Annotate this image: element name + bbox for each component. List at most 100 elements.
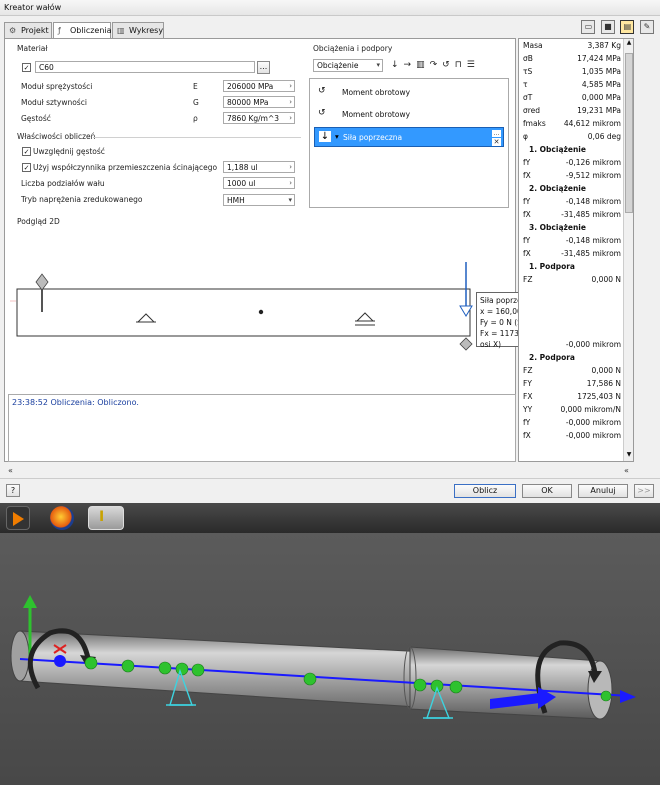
shear-coefficient-field[interactable]: 1,188 ul › xyxy=(223,161,295,173)
results-panel-icon[interactable]: ▤ xyxy=(620,20,635,34)
result-value: -0,000 mikrom xyxy=(565,431,621,440)
result-name: FZ xyxy=(523,275,533,284)
result-name: φ xyxy=(523,132,528,141)
result-name: σred xyxy=(523,106,541,115)
load-item-label: Moment obrotowy xyxy=(342,110,411,119)
results-row: fX -9,512 mikrom xyxy=(519,169,621,182)
shear-modulus-field[interactable]: 80000 MPa › xyxy=(223,96,295,108)
results-row xyxy=(519,299,621,312)
delete-icon[interactable]: ✕ xyxy=(492,138,501,146)
use-shear-label: Użyj współczynnika przemieszczenia ścina… xyxy=(33,163,218,172)
y-axis-arrow-head xyxy=(23,595,37,608)
material-name-field[interactable]: C60 xyxy=(35,61,255,73)
result-value: 19,231 MPa xyxy=(577,106,621,115)
tab-projekt[interactable]: ⚙ Projekt xyxy=(4,22,52,38)
list-icon[interactable]: ☰ xyxy=(467,60,480,70)
firefox-icon[interactable] xyxy=(50,506,74,530)
results-section-header: 1. Podpora xyxy=(519,260,621,273)
chevron-down-icon: ▾ xyxy=(335,132,339,141)
result-name: fX xyxy=(523,249,531,258)
scroll-thumb[interactable] xyxy=(625,53,633,213)
material-browse-button[interactable]: ... xyxy=(257,61,270,74)
result-value: -0,000 mikrom xyxy=(565,418,621,427)
results-row: fX -0,000 mikrom xyxy=(519,429,621,442)
density-field[interactable]: 7860 Kg/m^3 › xyxy=(223,112,295,124)
elasticity-field[interactable]: 206000 MPa › xyxy=(223,80,295,92)
more-icon[interactable]: … xyxy=(492,130,501,137)
shaft-left-end xyxy=(10,630,30,682)
load-item-torque-1[interactable]: ↺ Moment obrotowy xyxy=(314,83,504,101)
result-value: -0,148 mikrom xyxy=(565,236,621,245)
axis-arrow-head xyxy=(620,690,636,703)
results-scrollbar[interactable]: ▲ ▼ xyxy=(623,39,633,461)
tab-wykresy[interactable]: ▥ Wykresy xyxy=(112,22,164,38)
stress-mode-value: HMH xyxy=(227,196,245,205)
tab-obliczenia[interactable]: ƒ Obliczenia xyxy=(53,22,112,39)
console-message: 23:38:52 Obliczenia: Obliczono. xyxy=(12,398,139,407)
result-value: 0,000 MPa xyxy=(581,93,621,102)
torque-marker-left-head xyxy=(35,273,49,291)
ok-button[interactable]: OK xyxy=(522,484,572,498)
load-item-radial-force[interactable]: ↓ ▾ Siła poprzeczna … ✕ xyxy=(314,127,504,147)
open-folder-icon[interactable]: ▭ xyxy=(581,20,596,34)
results-row: FX 1725,403 N xyxy=(519,390,621,403)
collapse-icon[interactable]: « xyxy=(8,466,13,475)
results-section-header: 1. Obciążenie xyxy=(519,143,621,156)
formula-icon: ƒ xyxy=(58,26,61,35)
results-row: fY -0,000 mikrom xyxy=(519,416,621,429)
3d-viewport[interactable] xyxy=(0,533,660,785)
shear-modulus-value: 80000 MPa xyxy=(227,98,269,107)
result-name: 3. Obciążenie xyxy=(529,223,586,232)
results-row xyxy=(519,312,621,325)
result-value: 17,586 N xyxy=(586,379,621,388)
result-name: fY xyxy=(523,197,531,206)
result-name: fmaks xyxy=(523,119,546,128)
save-icon[interactable]: ■ xyxy=(600,20,615,34)
result-name: fX xyxy=(523,431,531,440)
media-player-icon[interactable] xyxy=(6,506,30,530)
arrow-right-icon[interactable]: → xyxy=(404,60,417,70)
results-row: fY -0,148 mikrom xyxy=(519,234,621,247)
scroll-up-icon[interactable]: ▲ xyxy=(625,39,633,49)
torque-icon: ↺ xyxy=(318,108,326,118)
help-button[interactable]: ? xyxy=(6,484,20,497)
result-value: -31,485 mikrom xyxy=(561,249,621,258)
elasticity-value: 206000 MPa xyxy=(227,82,274,91)
distributed-load-icon[interactable]: ▥ xyxy=(416,60,430,70)
load-tools: ↓→▥↷↺⊓☰ xyxy=(391,60,480,70)
result-name: 2. Obciążenie xyxy=(529,184,586,193)
shaft-2d-preview[interactable] xyxy=(10,226,515,391)
results-row: τS 1,035 MPa xyxy=(519,65,621,78)
divisions-value: 1000 ul xyxy=(227,179,256,188)
arrow-down-icon[interactable]: ↓ xyxy=(391,60,404,70)
load-item-label: Siła poprzeczna xyxy=(343,133,403,142)
use-shear-checkbox[interactable]: ✓ xyxy=(22,163,31,172)
material-checkbox[interactable]: ✓ xyxy=(22,63,31,72)
cancel-button[interactable]: Anuluj xyxy=(578,484,628,498)
results-row: fX -31,485 mikrom xyxy=(519,208,621,221)
results-panel: Masa 3,387 Kg σB 17,424 MPa τS 1,035 MPa τ 4,58… xyxy=(518,38,634,462)
load-type-select[interactable]: Obciążenie ▾ xyxy=(313,59,383,72)
result-name: σT xyxy=(523,93,533,102)
collapse-results-icon[interactable]: « xyxy=(624,466,629,475)
torque-icon[interactable]: ↺ xyxy=(442,60,455,70)
more-button[interactable]: >> xyxy=(634,484,654,498)
bend-icon[interactable]: ↷ xyxy=(430,60,443,70)
scroll-down-icon[interactable]: ▼ xyxy=(625,451,633,461)
arrow-right-icon: › xyxy=(289,163,292,171)
edit-icon[interactable]: ✎ xyxy=(640,20,654,34)
calculate-button[interactable]: Oblicz xyxy=(454,484,516,498)
inventor-icon[interactable]: I xyxy=(88,506,124,530)
results-row: fmaks 44,612 mikrom xyxy=(519,117,621,130)
title-bar: Kreator wałów xyxy=(0,0,660,16)
stress-mode-select[interactable]: HMH ▾ xyxy=(223,194,295,206)
density-symbol: ρ xyxy=(193,114,198,123)
results-row: FZ 0,000 N xyxy=(519,273,621,286)
include-density-checkbox[interactable]: ✓ xyxy=(22,147,31,156)
divisions-field[interactable]: 1000 ul › xyxy=(223,177,295,189)
results-row: σred 19,231 MPa xyxy=(519,104,621,117)
support-icon[interactable]: ⊓ xyxy=(455,60,467,70)
load-item-torque-2[interactable]: ↺ Moment obrotowy xyxy=(314,105,504,123)
result-name: 1. Obciążenie xyxy=(529,145,586,154)
result-value: 0,06 deg xyxy=(587,132,621,141)
